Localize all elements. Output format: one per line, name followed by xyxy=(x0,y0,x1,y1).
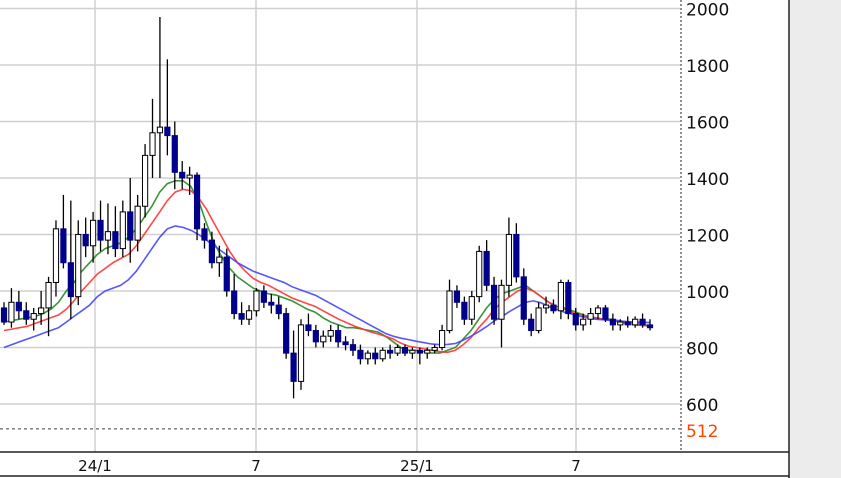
y-tick-label-0: 2000 xyxy=(686,0,729,20)
y-tick-label-2: 1600 xyxy=(686,113,729,133)
y-axis-tick-labels: 2000 1800 1600 1400 1200 1000 800 600 512 xyxy=(686,0,729,441)
y-tick-label-7: 600 xyxy=(686,396,718,416)
x-tick-label-1: 7 xyxy=(251,457,261,475)
y-tick-label-6: 800 xyxy=(686,339,718,359)
x-tick-label-0: 24/1 xyxy=(78,457,112,475)
reference-line-label: 512 xyxy=(686,422,718,442)
y-tick-label-4: 1200 xyxy=(686,226,729,246)
candle-81 xyxy=(602,305,609,323)
x-tick-label-3: 7 xyxy=(571,457,581,475)
candle-64 xyxy=(476,245,483,303)
y-tick-label-5: 1000 xyxy=(686,283,729,303)
y-tick-label-3: 1400 xyxy=(686,170,729,190)
right-panel-background xyxy=(789,0,841,478)
y-tick-label-1: 1800 xyxy=(686,57,729,77)
x-tick-label-2: 25/1 xyxy=(400,457,434,475)
candle-19 xyxy=(141,144,149,218)
candlestick-chart: 200018001600140012001000800600512 24/1 7 2… xyxy=(0,0,841,478)
candle-38 xyxy=(283,307,290,359)
x-axis-tick-labels: 24/1 7 25/1 7 xyxy=(78,457,581,475)
candle-40 xyxy=(297,319,305,390)
candle-70 xyxy=(520,268,527,325)
candle-76 xyxy=(565,279,572,320)
